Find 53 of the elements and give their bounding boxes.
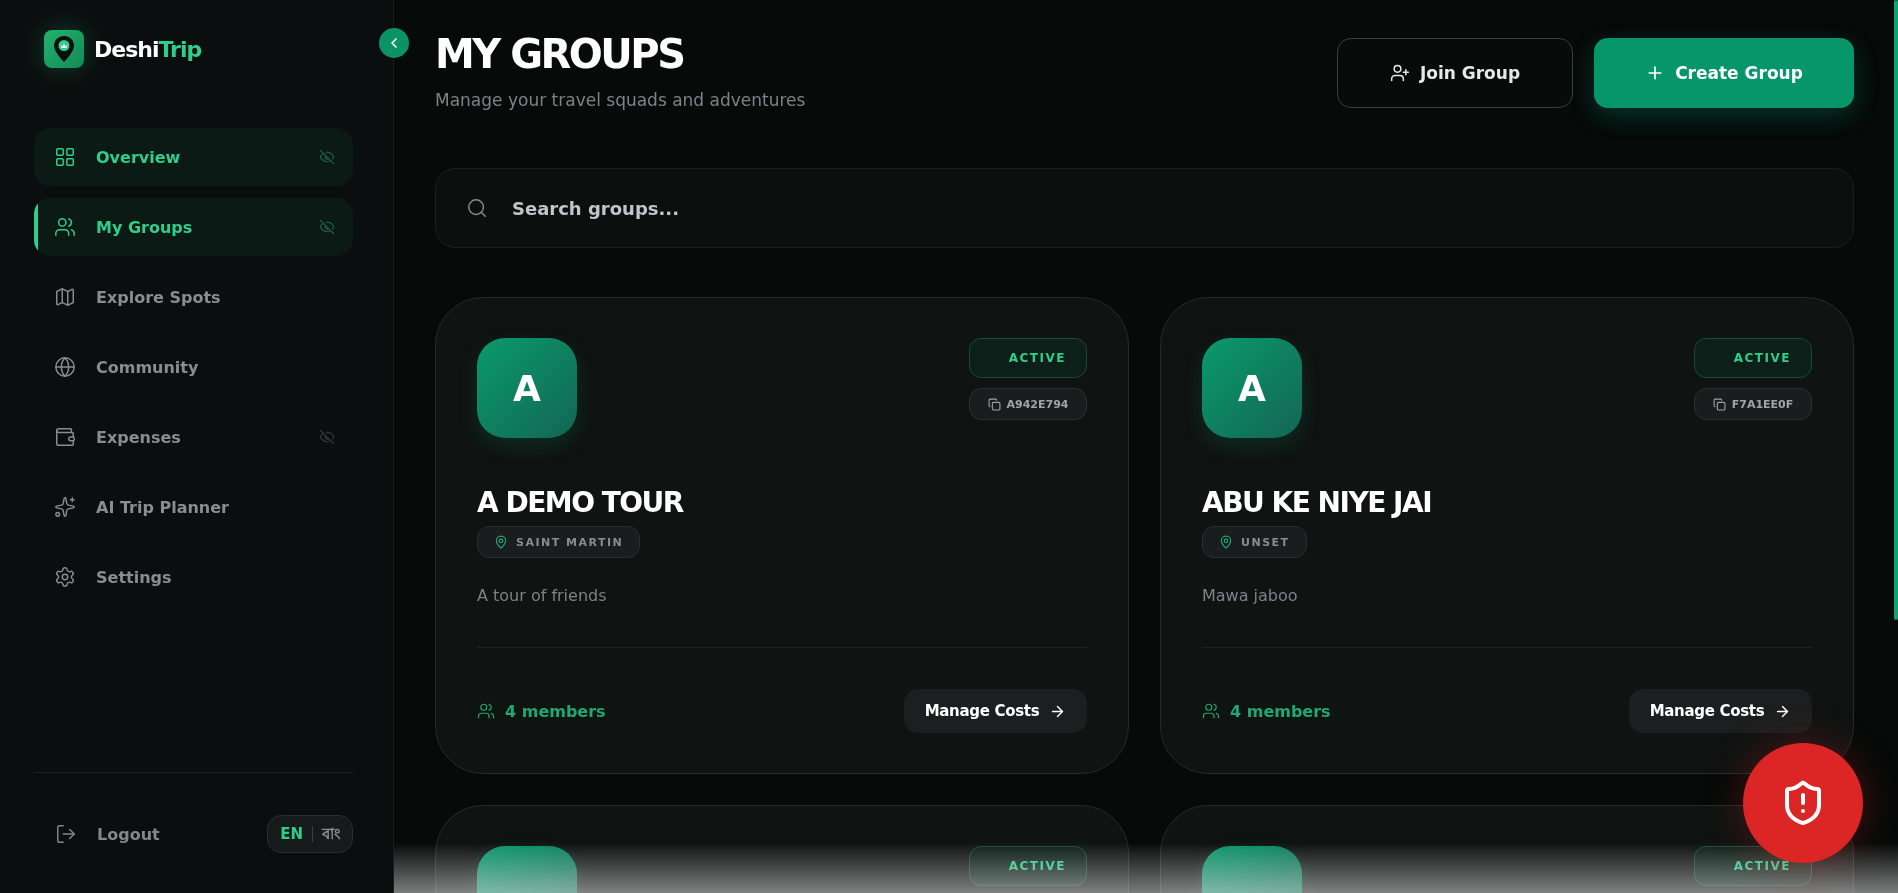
map-icon xyxy=(54,286,76,308)
nav-item[interactable]: Expenses xyxy=(34,408,353,466)
group-description: A tour of friends xyxy=(477,586,608,605)
nav-item[interactable]: AI Trip Planner xyxy=(34,478,353,536)
sparkles-icon xyxy=(54,496,76,518)
status-badge: ACTIVE xyxy=(1694,338,1812,378)
nav-item[interactable]: Settings xyxy=(34,548,353,606)
page-subtitle: Manage your travel squads and adventures xyxy=(435,90,806,110)
nav-item[interactable]: My Groups xyxy=(34,198,353,256)
create-group-button[interactable]: Create Group xyxy=(1594,38,1854,108)
copy-icon xyxy=(1712,397,1726,411)
language-option[interactable]: EN xyxy=(280,825,303,843)
manage-costs-button[interactable]: Manage Costs xyxy=(1629,689,1812,733)
globe-icon xyxy=(54,356,76,378)
pin-icon xyxy=(1219,535,1233,549)
location-text: UNSET xyxy=(1241,535,1290,549)
member-count: 4 members xyxy=(505,701,606,721)
scrollbar[interactable] xyxy=(1894,0,1898,620)
grid-icon xyxy=(54,146,76,168)
user-plus-icon xyxy=(1389,63,1410,83)
pin-icon xyxy=(494,535,508,549)
nav-item[interactable]: Explore Spots xyxy=(34,268,353,326)
location-text: SAINT MARTIN xyxy=(516,535,624,549)
language-option[interactable]: বাং xyxy=(322,821,340,847)
copy-code-button[interactable]: F7A1EE0F xyxy=(1694,388,1812,420)
page-title: MY GROUPS xyxy=(435,30,685,78)
group-avatar: A xyxy=(1202,338,1302,438)
status-badge: ACTIVE xyxy=(969,338,1087,378)
wallet-icon xyxy=(54,426,76,448)
search-input[interactable]: Search groups... xyxy=(510,196,1823,220)
search-field[interactable]: Search groups... xyxy=(435,168,1854,248)
copy-icon xyxy=(987,397,1001,411)
nav-item[interactable]: Overview xyxy=(34,128,353,186)
status-badge: ACTIVE xyxy=(969,846,1087,886)
copy-code-button[interactable]: A942E794 xyxy=(969,388,1087,420)
member-count: 4 members xyxy=(1230,701,1331,721)
users-icon xyxy=(477,702,495,720)
group-description: Mawa jaboo xyxy=(1202,586,1299,605)
collapse-button[interactable] xyxy=(379,28,409,58)
manage-costs-button[interactable]: Manage Costs xyxy=(904,689,1087,733)
join-group-button[interactable]: Join Group xyxy=(1337,38,1573,108)
logo-icon xyxy=(44,30,84,68)
settings-icon xyxy=(54,566,76,588)
logout-icon xyxy=(55,823,77,845)
users-icon xyxy=(54,216,76,238)
users-icon xyxy=(1202,702,1220,720)
group-avatar: A xyxy=(477,338,577,438)
group-name: ABU KE NIYE JAI xyxy=(1202,486,1433,520)
brand-name: DeshiTrip xyxy=(94,36,202,62)
nav-item[interactable]: Community xyxy=(34,338,353,396)
search-icon xyxy=(466,197,488,219)
group-name: A DEMO TOUR xyxy=(477,486,685,520)
logout-button[interactable]: Logout xyxy=(55,823,160,845)
